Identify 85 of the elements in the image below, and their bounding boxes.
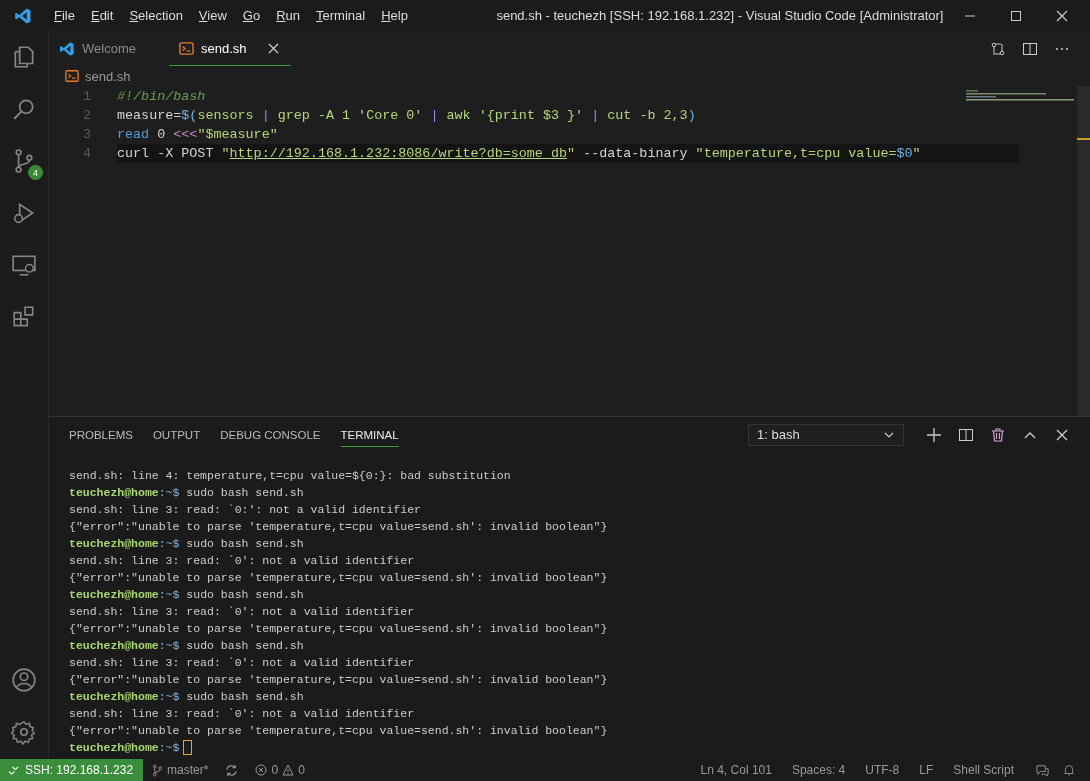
prompt-user: teuchezh@home [69, 587, 159, 603]
minimap-drawing[interactable] [966, 90, 1076, 102]
terminal-output: send.sh: line 3: read: `0': not a valid identifier [69, 553, 416, 569]
menu-item[interactable]: Terminal [308, 8, 374, 23]
settings-icon[interactable] [11, 719, 37, 745]
menu-item[interactable]: File [46, 8, 83, 23]
prompt-path: :~$ [158, 485, 180, 501]
scrollbar[interactable] [1077, 86, 1090, 416]
remote-status-button[interactable]: SSH: 192.168.1.232 [0, 759, 144, 781]
terminal-file-icon [65, 69, 79, 83]
error-icon [255, 764, 268, 776]
prompt-user: teuchezh@home [69, 485, 159, 501]
editor-tab[interactable]: send.sh [169, 31, 291, 66]
panel-tab[interactable]: OUTPUT [152, 422, 201, 447]
breadcrumb-item[interactable]: send.sh [85, 68, 131, 84]
terminal-output: {"error":"unable to parse 'temperature,t=cpu value=send.sh': invalid boolean"} [69, 672, 609, 688]
terminal-dropdown[interactable]: 1: bash [748, 423, 904, 446]
menu-item[interactable]: Selection [121, 8, 191, 23]
terminal-command: sudo bash send.sh [185, 689, 304, 705]
line-number: 3 [81, 127, 92, 142]
menu-item[interactable]: View [190, 8, 235, 23]
menu-item[interactable]: Run [268, 8, 309, 23]
panel-tab[interactable]: PROBLEMS [69, 422, 133, 447]
plus-icon[interactable] [926, 426, 942, 443]
warning-icon [282, 764, 295, 776]
terminal-command: sudo bash send.sh [185, 485, 304, 501]
terminal-command: sudo bash send.sh [185, 536, 304, 552]
prompt-path: :~$ [158, 638, 180, 654]
terminal-output: send.sh: line 3: read: `0': not a valid identifier [69, 706, 416, 722]
prompt-path: :~$ [158, 740, 180, 756]
code-line: measure=$(sensors | grep -A 1 'Core 0' | awk '{print $3 }' | cut -b 2,3) [117, 107, 697, 125]
editor-tab[interactable]: Welcome [49, 31, 169, 66]
split-editor-icon[interactable] [1022, 40, 1038, 57]
status-item[interactable]: UTF-8 [856, 763, 909, 777]
terminal-output: {"error":"unable to parse 'temperature,t=cpu value=send.sh': invalid boolean"} [69, 621, 609, 637]
menu-item[interactable]: Go [234, 8, 269, 23]
status-item[interactable]: LF [910, 763, 943, 777]
problems-status[interactable]: 0 0 [246, 763, 314, 777]
status-item[interactable]: Ln 4, Col 101 [691, 763, 781, 777]
menu-item[interactable]: Help [373, 8, 416, 23]
code-line: #!/bin/bash [117, 88, 207, 106]
status-item[interactable]: Spaces: 4 [782, 763, 855, 777]
terminal-command: sudo bash send.sh [185, 587, 304, 603]
terminal-output: send.sh: line 3: read: `0:': not a valid identifier [69, 502, 422, 518]
split-terminal-icon[interactable] [958, 426, 974, 443]
terminal-file-icon [179, 40, 194, 56]
panel-tab[interactable]: TERMINAL [340, 422, 399, 447]
terminal-output: {"error":"unable to parse 'temperature,t=cpu value=send.sh': invalid boolean"} [69, 519, 609, 535]
terminal-output: send.sh: line 3: read: `0': not a valid identifier [69, 604, 416, 620]
bell-icon[interactable] [1062, 763, 1076, 777]
prompt-user: teuchezh@home [69, 638, 159, 654]
terminal-output: {"error":"unable to parse 'temperature,t=cpu value=send.sh': invalid boolean"} [69, 570, 609, 586]
terminal-output: send.sh: line 3: read: `0': not a valid identifier [69, 655, 416, 671]
feedback-icon[interactable] [1035, 762, 1050, 778]
changes-badge: 4 [28, 165, 43, 180]
line-number: 4 [81, 146, 92, 161]
prompt-user: teuchezh@home [69, 536, 159, 552]
menu-item[interactable]: Edit [82, 8, 122, 23]
branch-status[interactable]: master* [143, 763, 218, 777]
status-item[interactable]: Shell Script [944, 763, 1023, 777]
terminal-command: sudo bash send.sh [185, 638, 304, 654]
maximize-icon[interactable] [1010, 9, 1022, 22]
close-icon[interactable] [1056, 9, 1068, 22]
remote-icon [8, 764, 19, 776]
panel-tab[interactable]: DEBUG CONSOLE [220, 422, 321, 447]
prompt-user: teuchezh@home [69, 689, 159, 705]
prompt-user: teuchezh@home [69, 740, 159, 756]
branch-icon [152, 763, 164, 777]
terminal-output: {"error":"unable to parse 'temperature,t=cpu value=send.sh': invalid boolean"} [69, 723, 609, 739]
window-title: send.sh - teuchezh [SSH: 192.168.1.232] - Visual Studio Code [Administrator] [495, 8, 944, 23]
vscode-logo-icon [59, 40, 75, 57]
prompt-path: :~$ [158, 689, 180, 705]
terminal-output: send.sh: line 4: temperature,t=cpu value=${0:}: bad substitution [69, 468, 512, 484]
trash-icon[interactable] [990, 426, 1006, 443]
close-icon[interactable] [267, 42, 279, 54]
account-icon[interactable] [11, 667, 37, 693]
prompt-path: :~$ [158, 587, 180, 603]
line-number: 2 [81, 108, 92, 123]
prompt-path: :~$ [158, 536, 180, 552]
sync-icon[interactable] [225, 763, 239, 777]
vscode-logo-icon [14, 6, 32, 25]
code-line: read 0 <<<"$measure" [117, 126, 279, 144]
compare-changes-icon[interactable] [990, 40, 1006, 57]
files-icon[interactable] [11, 44, 37, 70]
line-number: 1 [81, 89, 92, 104]
